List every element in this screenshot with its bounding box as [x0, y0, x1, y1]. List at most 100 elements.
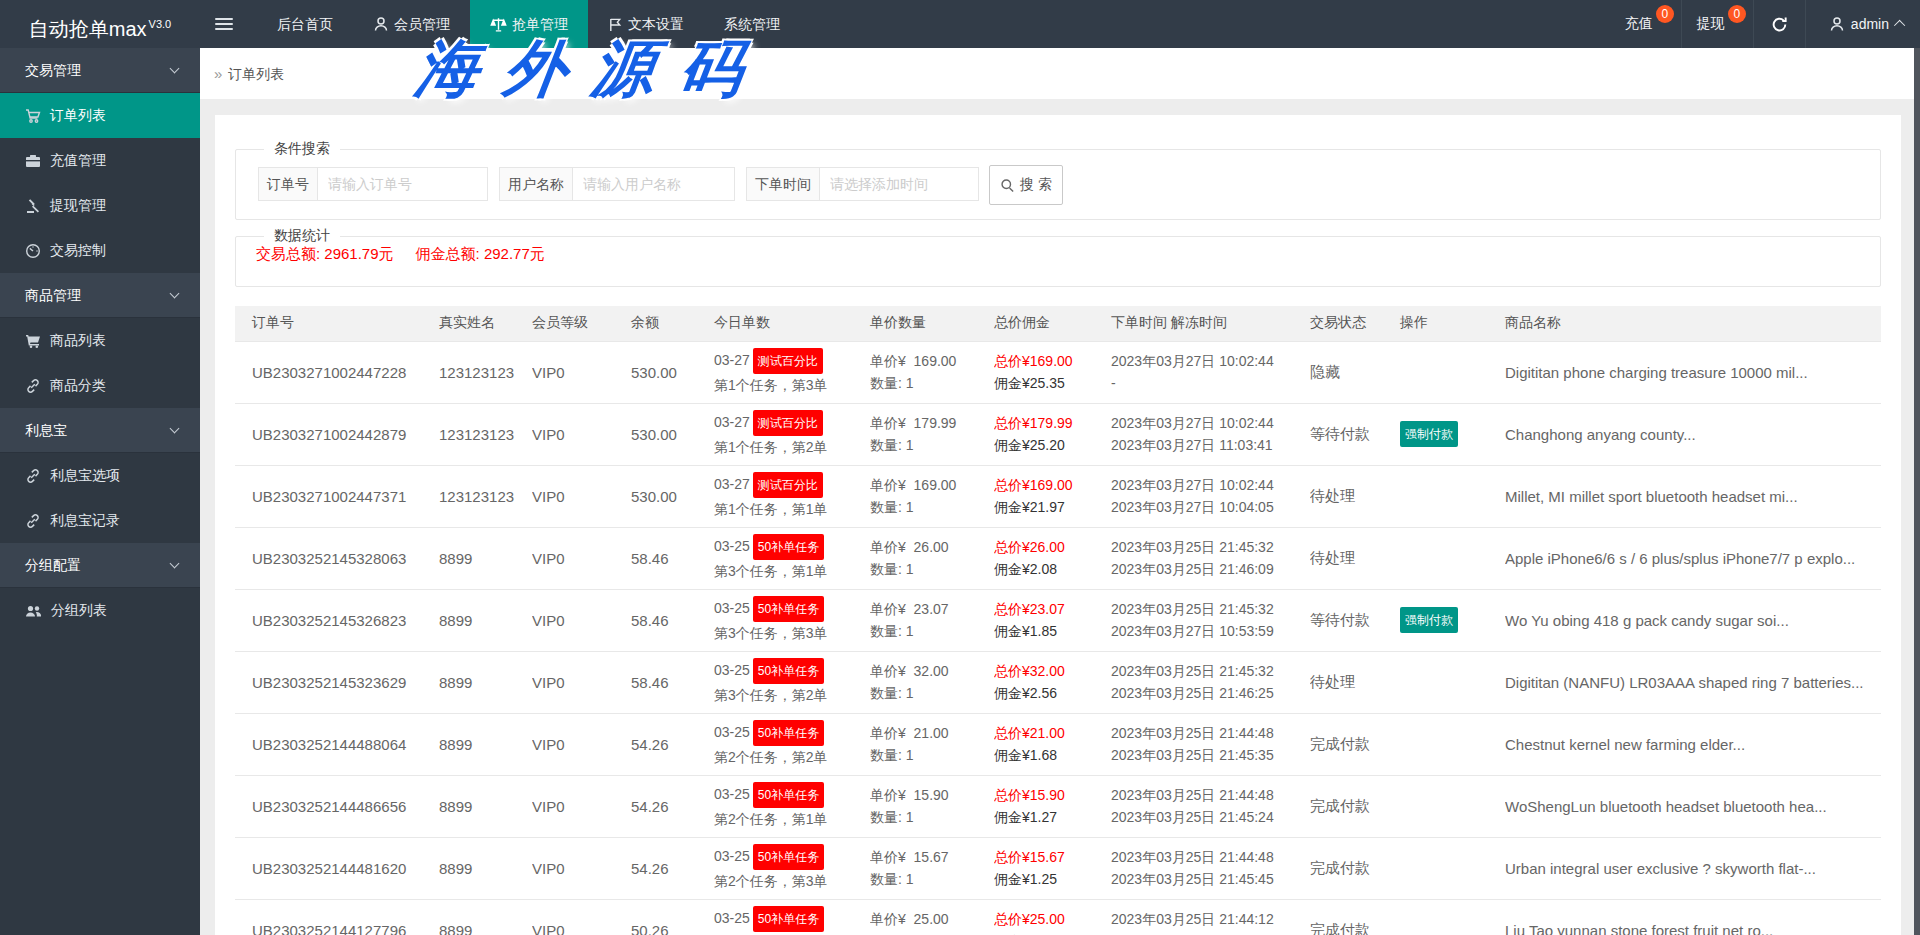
- sidebar-item[interactable]: 订单列表: [0, 93, 200, 138]
- sidebar-item-label: 利息宝记录: [50, 498, 120, 543]
- sidebar-group-4[interactable]: 分组配置: [0, 543, 200, 588]
- sidebar: 交易管理订单列表充值管理提现管理交易控制商品管理商品列表商品分类利息宝利息宝选项…: [0, 48, 200, 935]
- balance-cell: 530.00: [631, 403, 714, 465]
- recharge-button[interactable]: 充值0: [1610, 0, 1681, 48]
- sidebar-item[interactable]: 商品列表: [0, 318, 200, 363]
- admin-menu[interactable]: admin: [1806, 0, 1920, 48]
- sidebar-item[interactable]: 分组列表: [0, 588, 200, 633]
- name-cell: 8899: [439, 899, 532, 935]
- column-header: 今日单数: [714, 306, 870, 341]
- task-badge: 50补单任务: [753, 844, 824, 870]
- price-qty-cell: 单价¥ 179.99数量: 1: [870, 403, 994, 465]
- sidebar-item[interactable]: 利息宝选项: [0, 453, 200, 498]
- nav-item-1[interactable]: 后台首页: [257, 0, 353, 48]
- breadcrumb-arrow-icon: »: [214, 65, 222, 82]
- sidebar-group-label: 利息宝: [25, 422, 67, 438]
- withdraw-button[interactable]: 提现0: [1682, 0, 1753, 48]
- sidebar-item-label: 订单列表: [50, 93, 106, 138]
- nav-item-3[interactable]: 抢单管理: [470, 0, 588, 48]
- total-comm-cell: 总价¥21.00佣金¥1.68: [994, 713, 1111, 775]
- sidebar-item[interactable]: 充值管理: [0, 138, 200, 183]
- total-comm-cell: 总价¥23.07佣金¥1.85: [994, 589, 1111, 651]
- action-cell: [1400, 899, 1505, 935]
- total-comm-cell: 总价¥169.00佣金¥25.35: [994, 341, 1111, 403]
- app-logo: 自动抢单maxV3.0: [0, 0, 200, 48]
- table-row: UB23032521453280638899VIP058.4603-2550补单…: [235, 527, 1881, 589]
- level-cell: VIP0: [532, 775, 631, 837]
- sidebar-group-1[interactable]: 交易管理: [0, 48, 200, 93]
- order-no-field: 订单号: [258, 167, 488, 201]
- nav-item-5[interactable]: 系统管理: [704, 0, 800, 48]
- action-cell: [1400, 527, 1505, 589]
- scales-icon: [490, 16, 507, 33]
- nav-item-2[interactable]: 会员管理: [353, 0, 470, 48]
- sidebar-item-label: 分组列表: [51, 588, 107, 633]
- action-cell: [1400, 713, 1505, 775]
- time-cell: 2023年03月25日 21:45:322023年03月25日 21:46:25: [1111, 651, 1310, 713]
- chevron-up-icon: [1894, 20, 1905, 31]
- task-badge: 50补单任务: [753, 658, 824, 684]
- price-qty-cell: 单价¥ 21.00数量: 1: [870, 713, 994, 775]
- top-navbar: 自动抢单maxV3.0 后台首页会员管理抢单管理文本设置系统管理 充值0 提现0…: [0, 0, 1920, 48]
- total-comm-cell: 总价¥15.67佣金¥1.25: [994, 837, 1111, 899]
- status-cell: 等待付款: [1310, 589, 1400, 651]
- task-badge: 50补单任务: [753, 906, 824, 932]
- status-cell: 等待付款: [1310, 403, 1400, 465]
- name-cell: 8899: [439, 589, 532, 651]
- name-cell: 8899: [439, 837, 532, 899]
- product-cell: Millet, MI millet sport bluetooth headse…: [1505, 465, 1881, 527]
- nav-item-4[interactable]: 文本设置: [588, 0, 704, 48]
- product-cell: Liu Tao yunnan stone forest fruit net ro…: [1505, 899, 1881, 935]
- product-cell: Changhong anyang county...: [1505, 403, 1881, 465]
- status-cell: 隐藏: [1310, 341, 1400, 403]
- search-button[interactable]: 搜 索: [989, 165, 1063, 205]
- sidebar-item[interactable]: 提现管理: [0, 183, 200, 228]
- total-comm-cell: 总价¥32.00佣金¥2.56: [994, 651, 1111, 713]
- level-cell: VIP0: [532, 341, 631, 403]
- level-cell: VIP0: [532, 527, 631, 589]
- table-row: UB23032521453268238899VIP058.4603-2550补单…: [235, 589, 1881, 651]
- time-cell: 2023年03月25日 21:44:482023年03月25日 21:45:35: [1111, 713, 1310, 775]
- sidebar-item[interactable]: 利息宝记录: [0, 498, 200, 543]
- order-no-input[interactable]: [317, 167, 488, 201]
- stats-legend: 数据统计: [264, 227, 340, 245]
- sidebar-item[interactable]: 交易控制: [0, 228, 200, 273]
- scrollbar[interactable]: [1914, 48, 1920, 935]
- username-label: 用户名称: [499, 167, 572, 201]
- order-time-input[interactable]: [819, 167, 979, 201]
- order-no-cell: UB2303252144127796: [235, 899, 439, 935]
- sidebar-group-2[interactable]: 商品管理: [0, 273, 200, 318]
- order-no-cell: UB2303252144486656: [235, 775, 439, 837]
- table-row: UB2303271002442879123123123VIP0530.0003-…: [235, 403, 1881, 465]
- wallet-icon: [25, 153, 41, 169]
- name-cell: 123123123: [439, 465, 532, 527]
- orders-table: 订单号真实姓名会员等级余额今日单数单价数量总价佣金下单时间 解冻时间交易状态操作…: [235, 306, 1881, 935]
- search-icon: [1000, 178, 1015, 193]
- sidebar-group-3[interactable]: 利息宝: [0, 408, 200, 453]
- total-amount: 交易总额: 2961.79元: [256, 245, 394, 262]
- menu-toggle-icon[interactable]: [215, 18, 233, 31]
- action-cell: [1400, 465, 1505, 527]
- column-header: 下单时间 解冻时间: [1111, 306, 1310, 341]
- force-pay-button[interactable]: 强制付款: [1400, 607, 1458, 633]
- name-cell: 8899: [439, 651, 532, 713]
- username-input[interactable]: [572, 167, 735, 201]
- order-time-label: 下单时间: [746, 167, 819, 201]
- day-count-cell: 03-2550补单任务第3个任务，第3单: [714, 589, 870, 651]
- total-comm-cell: 总价¥26.00佣金¥2.08: [994, 527, 1111, 589]
- search-fieldset: 条件搜索 订单号 用户名称 下单时间 搜 索: [235, 140, 1881, 220]
- sidebar-item[interactable]: 商品分类: [0, 363, 200, 408]
- main-content: »订单列表 条件搜索 订单号 用户名称 下单时间 搜 索: [200, 48, 1914, 935]
- price-qty-cell: 单价¥ 169.00数量: 1: [870, 341, 994, 403]
- table-row: UB23032521444816208899VIP054.2603-2550补单…: [235, 837, 1881, 899]
- column-header: 余额: [631, 306, 714, 341]
- main-menu: 后台首页会员管理抢单管理文本设置系统管理: [257, 0, 800, 48]
- sidebar-item-label: 充值管理: [50, 138, 106, 183]
- order-no-cell: UB2303252145326823: [235, 589, 439, 651]
- table-header-row: 订单号真实姓名会员等级余额今日单数单价数量总价佣金下单时间 解冻时间交易状态操作…: [235, 306, 1881, 341]
- force-pay-button[interactable]: 强制付款: [1400, 421, 1458, 447]
- column-header: 商品名称: [1505, 306, 1881, 341]
- chevron-down-icon: [170, 289, 180, 299]
- refresh-icon: [1771, 16, 1788, 33]
- refresh-button[interactable]: [1754, 0, 1805, 48]
